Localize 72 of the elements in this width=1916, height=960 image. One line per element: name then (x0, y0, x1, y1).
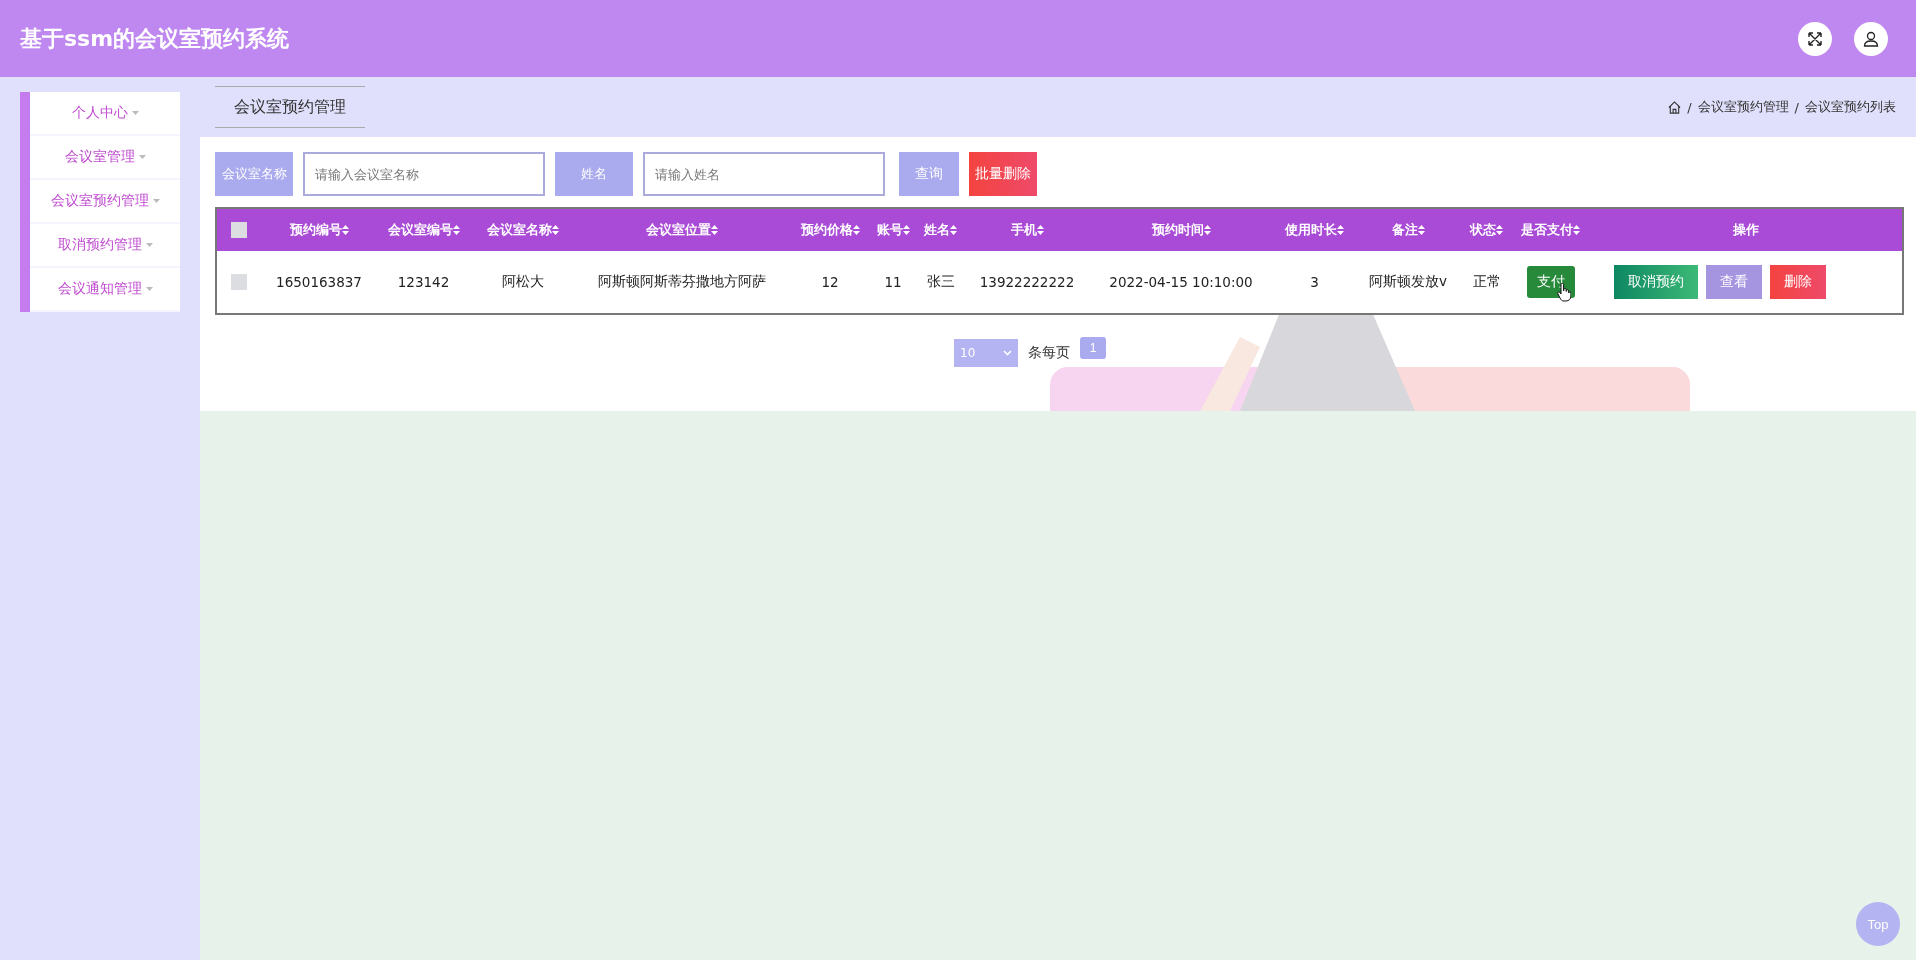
column-header[interactable]: 会议室名称 (486, 221, 552, 239)
caret-icon (145, 287, 153, 291)
user-icon (1863, 30, 1879, 47)
column-header[interactable]: 手机 (1010, 221, 1037, 239)
sort-icon[interactable] (902, 225, 910, 235)
row-checkbox[interactable] (231, 274, 247, 290)
sort-icon[interactable] (341, 225, 349, 235)
field-label: 姓名 (555, 152, 633, 196)
table-cell-text: 张三 (925, 273, 956, 291)
search-field[interactable]: 请输入姓名 (643, 152, 885, 196)
fullscreen-button[interactable] (1798, 21, 1832, 56)
sidebar-item[interactable]: 会议室预约管理 (30, 180, 180, 222)
table-cell-text: 3 (1309, 274, 1320, 290)
page-tab[interactable]: 会议室预约管理 (215, 86, 365, 128)
caret-icon (138, 155, 146, 159)
expand-icon (1807, 30, 1823, 47)
search-field[interactable]: 请输入会议室名称 (303, 152, 545, 196)
table-cell-text: 阿斯顿发放v (1368, 273, 1448, 291)
sort-icon[interactable] (1417, 225, 1425, 235)
sort-icon[interactable] (950, 225, 957, 235)
app-title: 基于ssm的会议室预约系统 (20, 24, 290, 53)
view-button[interactable]: 查看 (1706, 265, 1762, 299)
sidebar-item[interactable]: 取消预约管理 (30, 224, 180, 266)
field-label: 会议室名称 (215, 152, 293, 196)
column-header[interactable]: 会议室位置 (646, 221, 711, 239)
column-header[interactable]: 预约价格 (800, 221, 853, 239)
sort-icon[interactable] (1036, 225, 1044, 235)
chevron-down-icon (1003, 350, 1012, 356)
sort-icon[interactable] (1573, 225, 1580, 235)
table-cell-text: 1650163837 (275, 274, 363, 290)
table-cell-text: 2022-04-15 10:10:00 (1108, 274, 1254, 290)
column-header[interactable]: 会议室编号 (387, 221, 453, 239)
sidebar-item[interactable]: 个人中心 (30, 92, 180, 134)
column-header[interactable]: 预约时间 (1151, 221, 1204, 239)
home-icon[interactable] (1668, 100, 1682, 114)
column-header[interactable]: 账号 (876, 221, 903, 239)
table-cell-text: 阿斯顿阿斯蒂芬撒地方阿萨 (597, 273, 767, 291)
sort-icon[interactable] (1496, 225, 1503, 235)
caret-icon (145, 243, 153, 247)
column-header[interactable]: 使用时长 (1285, 221, 1337, 239)
sort-icon[interactable] (452, 225, 460, 235)
breadcrumb-separator: / (1794, 99, 1799, 115)
column-header[interactable]: 备注 (1391, 221, 1418, 239)
table-cell-text: 123142 (396, 274, 451, 290)
page-size-label: 条每页 (1028, 344, 1070, 362)
caret-icon (152, 199, 160, 203)
batch-delete-button[interactable]: 批量删除 (969, 152, 1037, 196)
sidebar-item[interactable]: 会议通知管理 (30, 268, 180, 310)
table-cell-text: 阿松大 (500, 273, 545, 291)
column-header[interactable]: 姓名 (924, 221, 950, 239)
sort-icon[interactable] (852, 225, 860, 235)
sort-icon[interactable] (1337, 225, 1344, 235)
delete-button[interactable]: 删除 (1770, 265, 1826, 299)
table-cell-text: 13922222222 (978, 274, 1076, 290)
breadcrumb-separator: / (1687, 99, 1692, 115)
column-header[interactable]: 状态 (1470, 221, 1496, 239)
sort-icon[interactable] (711, 225, 718, 235)
column-header: 操作 (1732, 221, 1759, 239)
column-header[interactable]: 预约编号 (289, 221, 342, 239)
sort-icon[interactable] (551, 225, 559, 235)
table-cell-text: 12 (820, 274, 840, 290)
cancel-booking-button[interactable]: 取消预约 (1614, 265, 1698, 299)
caret-icon (131, 111, 139, 115)
table-cell-text: 11 (883, 274, 903, 290)
breadcrumb-item[interactable]: 会议室预约管理 (1697, 98, 1789, 116)
breadcrumb-item: 会议室预约列表 (1805, 98, 1896, 116)
sidebar-item[interactable]: 会议室管理 (30, 136, 180, 178)
column-header[interactable]: 是否支付 (1521, 221, 1573, 239)
select-all-checkbox[interactable] (231, 222, 247, 238)
user-button[interactable] (1854, 21, 1888, 56)
sort-icon[interactable] (1203, 225, 1211, 235)
table-cell-text: 正常 (1471, 273, 1502, 291)
